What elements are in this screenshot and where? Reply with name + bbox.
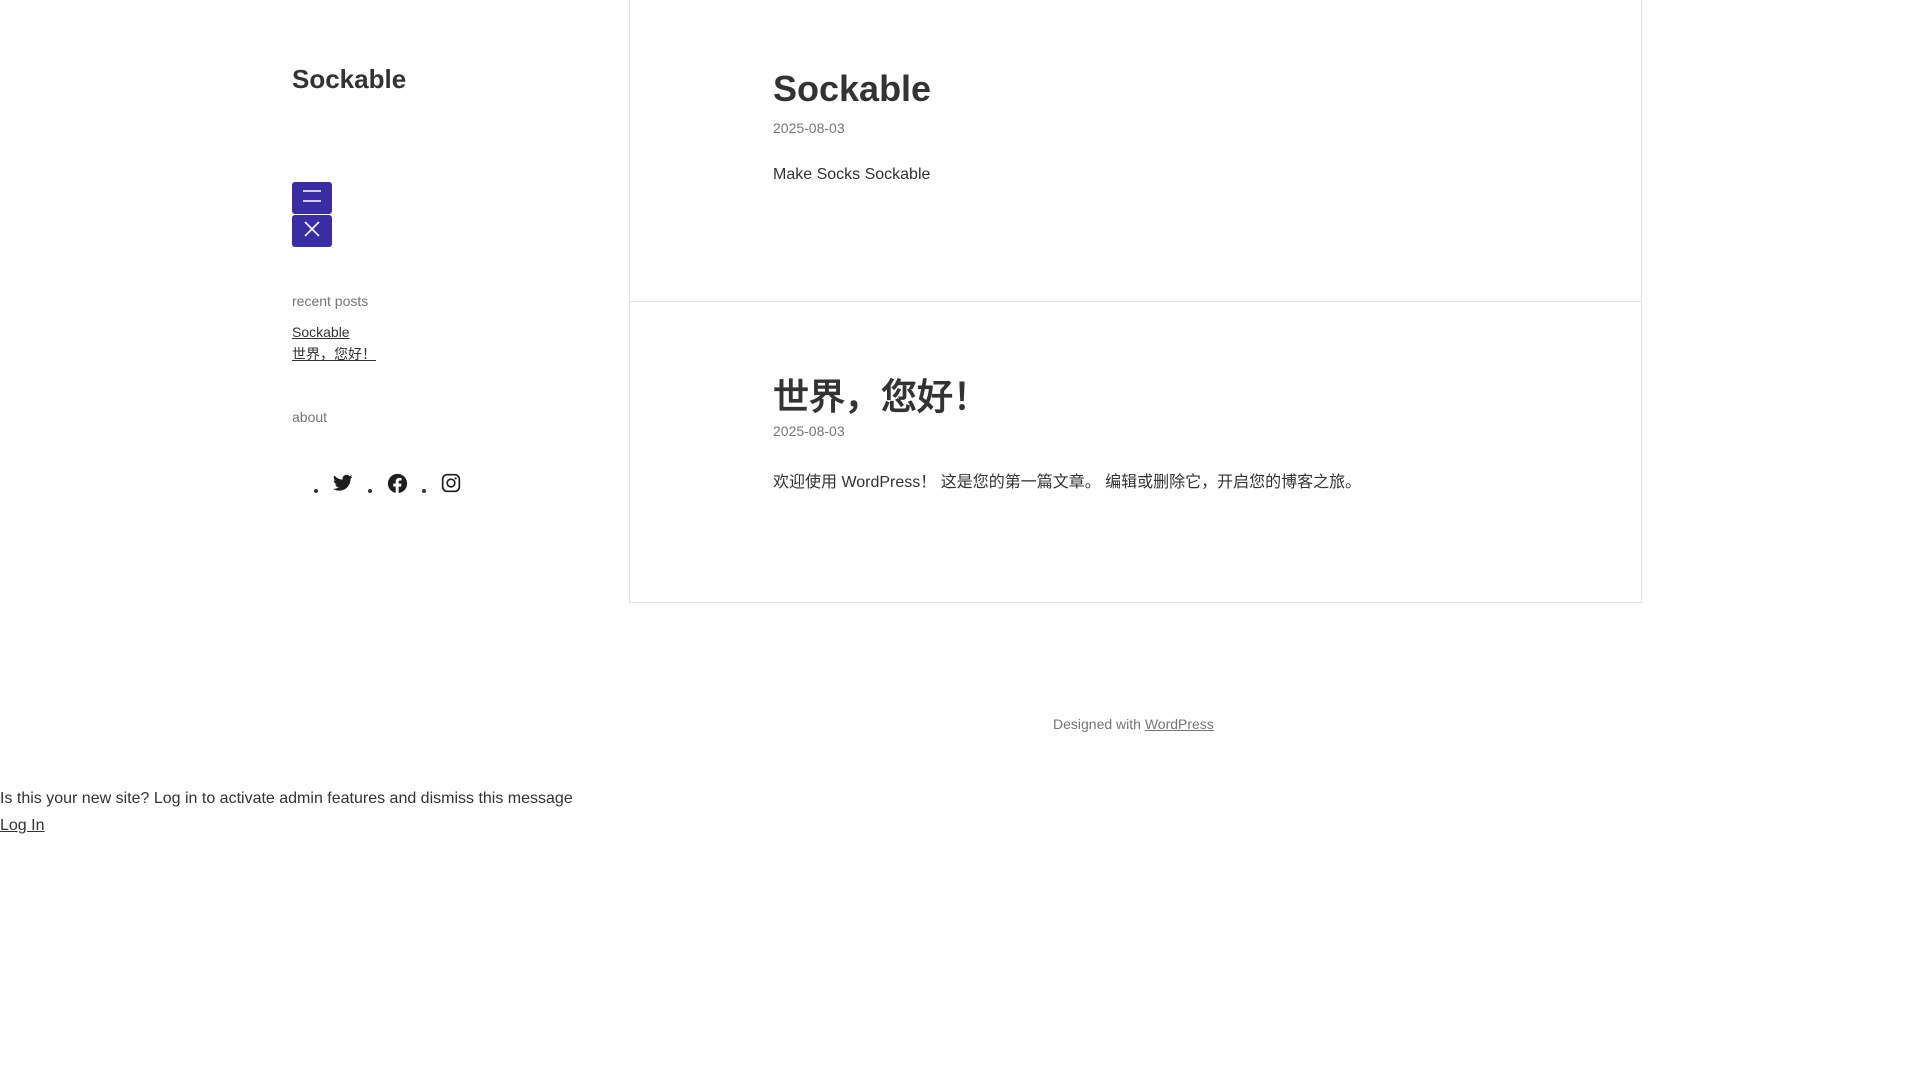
- post-title[interactable]: Sockable: [773, 68, 931, 110]
- admin-notice: Is this your new site? Log in to activat…: [0, 785, 573, 839]
- hamburger-icon: [302, 189, 322, 208]
- twitter-icon[interactable]: [332, 472, 354, 494]
- admin-notice-message: Is this your new site? Log in to activat…: [0, 790, 573, 807]
- list-item: Sockable: [292, 321, 376, 343]
- list-bullet: [368, 489, 372, 493]
- recent-posts-heading: recent posts: [292, 293, 369, 309]
- post-date: 2025-08-03: [773, 120, 845, 136]
- list-bullet: [422, 489, 426, 493]
- post-date: 2025-08-03: [773, 423, 845, 439]
- post-card: 世界，您好！ 2025-08-03 欢迎使用 WordPress！ 这是您的第一…: [630, 301, 1641, 602]
- site-title[interactable]: Sockable: [292, 64, 406, 95]
- facebook-icon[interactable]: [386, 472, 408, 494]
- list-item: 世界，您好！: [292, 343, 376, 365]
- post-card: Sockable 2025-08-03 Make Socks Sockable: [630, 0, 1641, 301]
- post-excerpt: Make Socks Sockable: [773, 166, 931, 183]
- posts-list: Sockable 2025-08-03 Make Socks Sockable …: [629, 0, 1642, 603]
- menu-close-button[interactable]: [292, 215, 332, 247]
- list-bullet: [314, 489, 318, 493]
- wordpress-link[interactable]: WordPress: [1145, 716, 1214, 732]
- post-title[interactable]: 世界，您好！: [773, 368, 989, 420]
- instagram-icon[interactable]: [440, 472, 462, 494]
- page: Sockable recent posts Sockable 世界，您好！ ab…: [0, 0, 1920, 1080]
- social-links: [314, 472, 476, 494]
- close-icon: [303, 220, 321, 243]
- menu-open-button[interactable]: [292, 182, 332, 214]
- about-heading: about: [292, 409, 328, 425]
- recent-post-link[interactable]: 世界，您好！: [292, 346, 376, 362]
- site-footer: Designed with WordPress: [1053, 716, 1214, 732]
- recent-posts-list: Sockable 世界，您好！: [292, 321, 376, 365]
- login-link[interactable]: Log In: [0, 817, 44, 834]
- footer-credit-text: Designed with: [1053, 716, 1141, 732]
- recent-post-link[interactable]: Sockable: [292, 324, 350, 340]
- post-excerpt: 欢迎使用 WordPress！ 这是您的第一篇文章。 编辑或删除它，开启您的博客…: [773, 474, 1362, 491]
